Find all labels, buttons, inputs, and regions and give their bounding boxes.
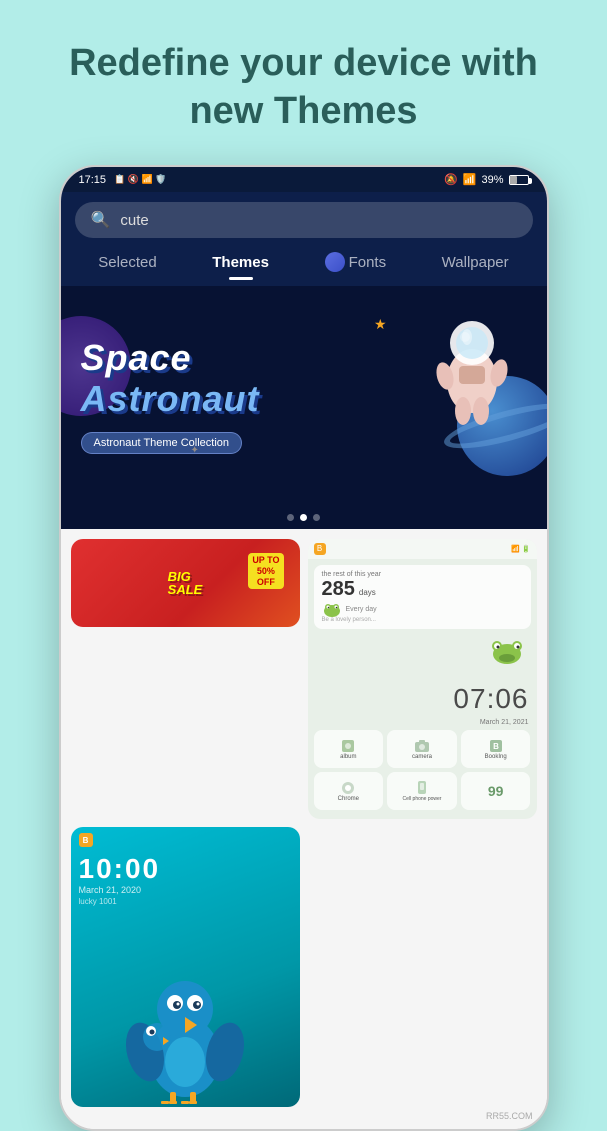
- fonts-dot-icon: [325, 252, 345, 272]
- big-sale-text: BIG SALE: [168, 570, 203, 596]
- app-icon-album[interactable]: album: [314, 730, 384, 768]
- cards-grid: BIG SALE UP TO 50% OFF B 📶🔋 the rest of …: [61, 529, 547, 1107]
- status-bar: 17:15 📋 🔇 📶 🛡️ 🔕 📶 39%: [61, 167, 547, 192]
- carousel-dot-3[interactable]: [313, 514, 320, 521]
- tab-wallpaper-label: Wallpaper: [442, 254, 509, 271]
- big-sale-line2: SALE: [168, 583, 203, 596]
- big-sale-content: BIG SALE: [168, 570, 203, 596]
- green-app-icon-small: B: [314, 543, 326, 555]
- percent-text: 50%: [257, 566, 275, 576]
- days-count: 285: [322, 578, 355, 601]
- off-text: OFF: [257, 577, 275, 587]
- status-icons: 📋 🔇 📶 🛡️: [114, 174, 166, 185]
- counter-label: the rest of this year: [322, 571, 523, 578]
- carousel-dot-2[interactable]: [300, 514, 307, 521]
- blue-card-slogan: lucky 1001: [71, 895, 300, 912]
- headline-line2: new Themes: [189, 90, 417, 132]
- banner-title-line2: Astronaut: [81, 378, 527, 420]
- blue-card-time: 10:00: [71, 853, 300, 885]
- days-unit: days: [359, 588, 376, 597]
- tab-themes-label: Themes: [212, 254, 269, 271]
- frog-illustration: [487, 636, 527, 666]
- camera-icon: [414, 738, 430, 754]
- search-area: 🔍 cute: [61, 192, 547, 246]
- banner-badge: Astronaut Theme Collection: [81, 432, 243, 454]
- status-right: 🔕 📶 39%: [444, 173, 528, 186]
- carousel-dot-1[interactable]: [287, 514, 294, 521]
- green-counter-widget: the rest of this year 285 days: [314, 565, 531, 629]
- green-status-icons: 📶🔋: [511, 545, 530, 553]
- upto-text: UP TO: [252, 555, 279, 565]
- watermark-text: RR55.COM: [486, 1111, 533, 1121]
- battery-label: 39%: [481, 174, 503, 186]
- card-green-theme[interactable]: B 📶🔋 the rest of this year 285 days: [308, 539, 537, 819]
- green-app-icons: album camera B BookIng: [308, 726, 537, 814]
- green-widgets: the rest of this year 285 days: [308, 559, 537, 679]
- tab-wallpaper[interactable]: Wallpaper: [432, 246, 519, 278]
- bird-illustration: [115, 937, 255, 1107]
- headline-section: Redefine your device with new Themes: [29, 0, 578, 155]
- app-icon-booking[interactable]: B BookIng: [461, 730, 531, 768]
- blue-card-date: March 21, 2020: [71, 885, 300, 895]
- bird-svg: [115, 937, 255, 1107]
- upto-badge: UP TO 50% OFF: [248, 553, 283, 589]
- card-blue-bird[interactable]: B 10:00 March 21, 2020 lucky 1001: [71, 827, 300, 1107]
- tab-selected-label: Selected: [98, 254, 156, 271]
- be-lovely-text: Be a lovely person...: [322, 617, 523, 623]
- every-day-text: Every day: [346, 606, 377, 613]
- banner: ★ ★ ✦ Space Astronaut Astronaut Theme Co…: [61, 286, 547, 506]
- tab-fonts-label: Fonts: [349, 254, 387, 271]
- headline-line1: Redefine your device with: [69, 42, 538, 84]
- search-bar[interactable]: 🔍 cute: [75, 202, 533, 238]
- tab-selected[interactable]: Selected: [88, 246, 166, 278]
- album-icon: [340, 738, 356, 754]
- green-date: March 21, 2021: [308, 719, 537, 726]
- bottom-watermark: RR55.COM: [61, 1107, 547, 1129]
- banner-content: Space Astronaut Astronaut Theme Collecti…: [81, 338, 527, 454]
- status-time: 17:15: [79, 174, 107, 186]
- green-time-display: 07:06: [308, 679, 537, 719]
- count-number: 99: [488, 783, 504, 799]
- green-top-bar: B 📶🔋: [308, 539, 537, 559]
- tab-fonts[interactable]: Fonts: [315, 246, 397, 278]
- banner-title-line1: Space: [81, 338, 527, 378]
- frog-widget-icon: [322, 601, 342, 617]
- card-big-sale[interactable]: BIG SALE UP TO 50% OFF: [71, 539, 300, 627]
- booking-icon: B: [488, 738, 504, 754]
- status-left: 17:15 📋 🔇 📶 🛡️: [79, 174, 167, 186]
- tab-navigation: Selected Themes Fonts Wallpaper: [61, 246, 547, 286]
- app-icon-count: 99: [461, 772, 531, 810]
- svg-text:B: B: [493, 742, 499, 751]
- app-icon-camera[interactable]: camera: [387, 730, 457, 768]
- app-icon-cell-power[interactable]: Cell phone power: [387, 772, 457, 810]
- wifi-icon: 📶: [463, 173, 477, 186]
- carousel-dots: [61, 506, 547, 529]
- search-input-value[interactable]: cute: [120, 212, 148, 229]
- cell-power-icon: [414, 780, 430, 796]
- notification-icon: 🔕: [444, 173, 458, 186]
- chrome-icon: [340, 780, 356, 796]
- tab-themes[interactable]: Themes: [202, 246, 279, 278]
- battery-icon: [509, 175, 529, 185]
- app-icon-chrome[interactable]: Chrome: [314, 772, 384, 810]
- phone-mockup: 17:15 📋 🔇 📶 🛡️ 🔕 📶 39% 🔍 cute Selected T…: [59, 165, 549, 1131]
- blue-card-header: B: [71, 827, 300, 853]
- search-icon: 🔍: [91, 210, 111, 230]
- blue-app-icon: B: [79, 833, 93, 847]
